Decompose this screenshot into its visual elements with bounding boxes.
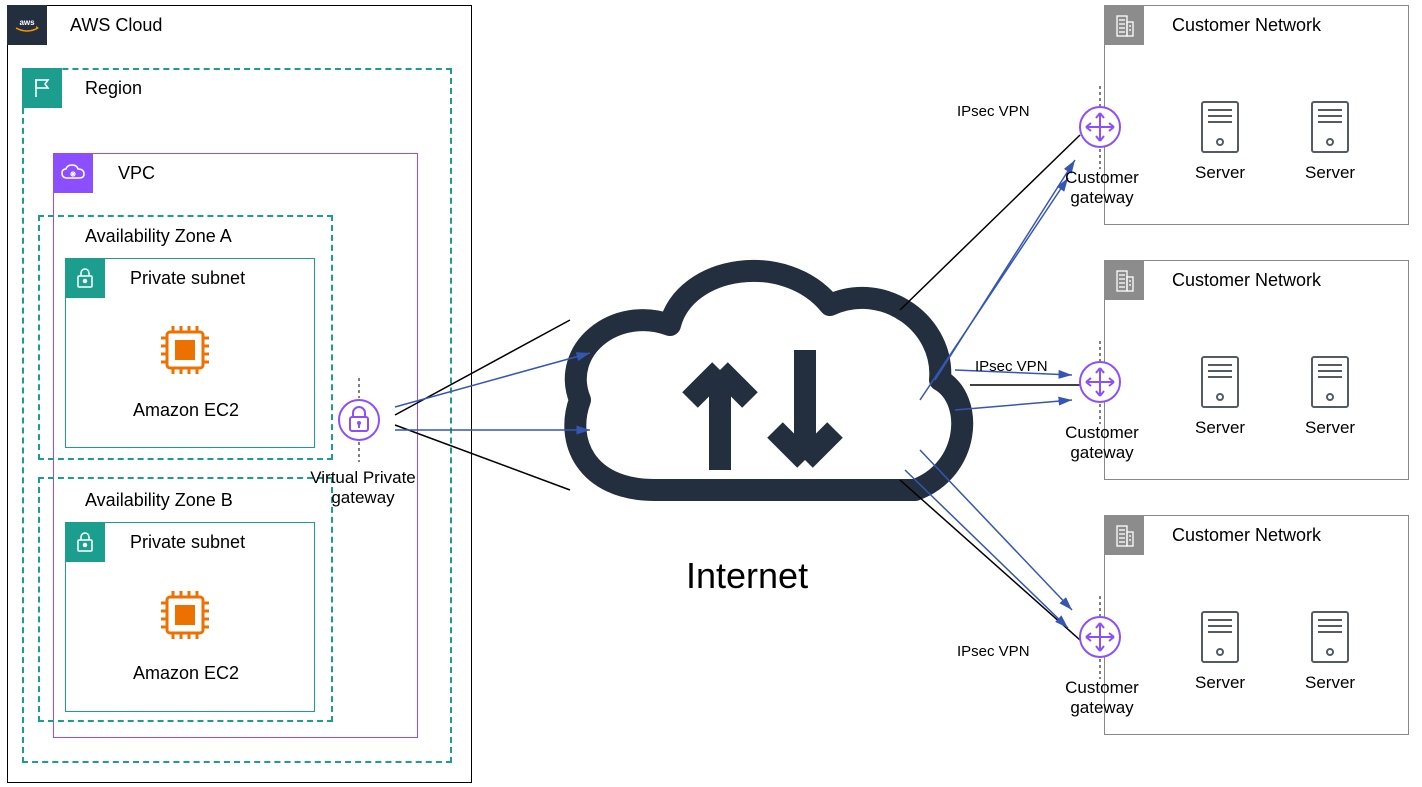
svg-text:aws: aws	[19, 18, 35, 27]
aws-logo-icon: aws	[7, 5, 47, 45]
server-1a-label: Server	[1195, 163, 1245, 183]
server-3b-icon	[1308, 608, 1352, 666]
private-subnet-a-label: Private subnet	[130, 268, 245, 289]
internet-cloud-icon	[545, 240, 975, 550]
customer-network-1-box	[1104, 5, 1409, 225]
server-3a-label: Server	[1195, 673, 1245, 693]
customer-network-3-label: Customer Network	[1172, 525, 1321, 546]
customer-network-3-box	[1104, 515, 1409, 735]
internet-label: Internet	[686, 555, 808, 597]
region-flag-icon	[22, 68, 62, 108]
customer-gateway-3-icon	[1078, 615, 1122, 659]
az-b-label: Availability Zone B	[85, 490, 233, 511]
server-2a-icon	[1198, 353, 1242, 411]
server-1b-label: Server	[1305, 163, 1355, 183]
server-3b-label: Server	[1305, 673, 1355, 693]
customer-gateway-1-label: Customergateway	[1057, 168, 1147, 208]
ipsec-label-2: IPsec VPN	[975, 358, 1048, 375]
server-1a-icon	[1198, 98, 1242, 156]
customer-network-1-label: Customer Network	[1172, 15, 1321, 36]
server-3a-icon	[1198, 608, 1242, 666]
ec2-b-icon	[155, 585, 215, 645]
customer-network-3-building-icon	[1104, 515, 1144, 555]
ec2-a-icon	[155, 320, 215, 380]
ipsec-label-3: IPsec VPN	[957, 643, 1030, 660]
customer-gateway-2-label: Customergateway	[1057, 423, 1147, 463]
private-subnet-b-lock-icon	[65, 522, 105, 562]
customer-gateway-2-icon	[1078, 360, 1122, 404]
server-1b-icon	[1308, 98, 1352, 156]
customer-network-2-label: Customer Network	[1172, 270, 1321, 291]
vpg-label: Virtual Privategateway	[303, 468, 423, 508]
vpc-cloud-icon	[53, 153, 93, 193]
customer-network-2-box	[1104, 260, 1409, 480]
ipsec-label-1: IPsec VPN	[957, 103, 1030, 120]
vpc-label: VPC	[118, 163, 155, 184]
customer-gateway-1-icon	[1078, 105, 1122, 149]
private-subnet-a-lock-icon	[65, 258, 105, 298]
server-2b-icon	[1308, 353, 1352, 411]
region-label: Region	[85, 78, 142, 99]
vpg-icon	[337, 398, 381, 442]
customer-network-1-building-icon	[1104, 5, 1144, 45]
private-subnet-b-label: Private subnet	[130, 532, 245, 553]
server-2b-label: Server	[1305, 418, 1355, 438]
az-a-label: Availability Zone A	[85, 226, 232, 247]
server-2a-label: Server	[1195, 418, 1245, 438]
customer-gateway-3-label: Customergateway	[1057, 678, 1147, 718]
customer-network-2-building-icon	[1104, 260, 1144, 300]
aws-cloud-label: AWS Cloud	[70, 15, 162, 36]
ec2-b-label: Amazon EC2	[133, 663, 239, 684]
ec2-a-label: Amazon EC2	[133, 400, 239, 421]
